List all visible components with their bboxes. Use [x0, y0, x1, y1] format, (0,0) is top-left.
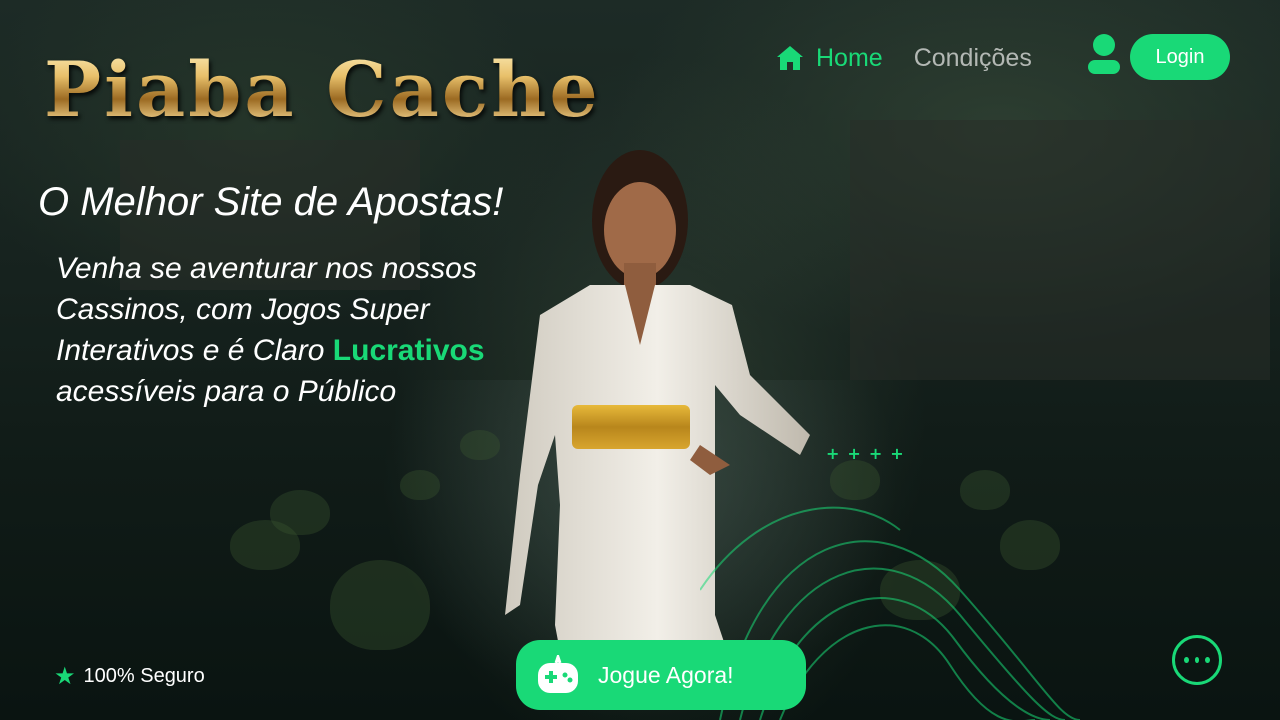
secure-label: 100% Seguro — [83, 665, 205, 687]
hero-headline: O Melhor Site de Apostas! — [38, 180, 504, 224]
hero-description: Venha se aventurar nos nossos Cassinos, … — [56, 248, 576, 412]
play-now-label: Jogue Agora! — [598, 661, 734, 688]
nav-conditions-link[interactable]: Condições — [914, 44, 1032, 73]
decor-plus-marks: ++++ — [826, 444, 912, 463]
secure-badge: ★ 100% Seguro — [54, 662, 205, 691]
more-icon — [1184, 657, 1189, 663]
gamepad-icon — [538, 655, 578, 693]
hero-description-tail: acessíveis para o Público — [56, 375, 397, 408]
nav-home-link[interactable]: Home — [776, 44, 883, 73]
user-icon[interactable] — [1086, 33, 1122, 75]
more-icon-dot — [1194, 657, 1200, 663]
login-button[interactable]: Login — [1130, 34, 1230, 80]
home-icon — [777, 46, 803, 70]
more-options-button[interactable] — [1172, 635, 1222, 685]
star-icon: ★ — [54, 663, 76, 690]
play-now-button[interactable]: Jogue Agora! — [516, 640, 806, 710]
main-nav: Home Condições — [776, 32, 1032, 84]
more-icon-dot — [1205, 657, 1211, 663]
brand-logo[interactable]: Piaba Cache — [44, 44, 734, 136]
nav-home-label: Home — [816, 43, 883, 72]
hero-description-highlight: Lucrativos — [332, 334, 485, 367]
